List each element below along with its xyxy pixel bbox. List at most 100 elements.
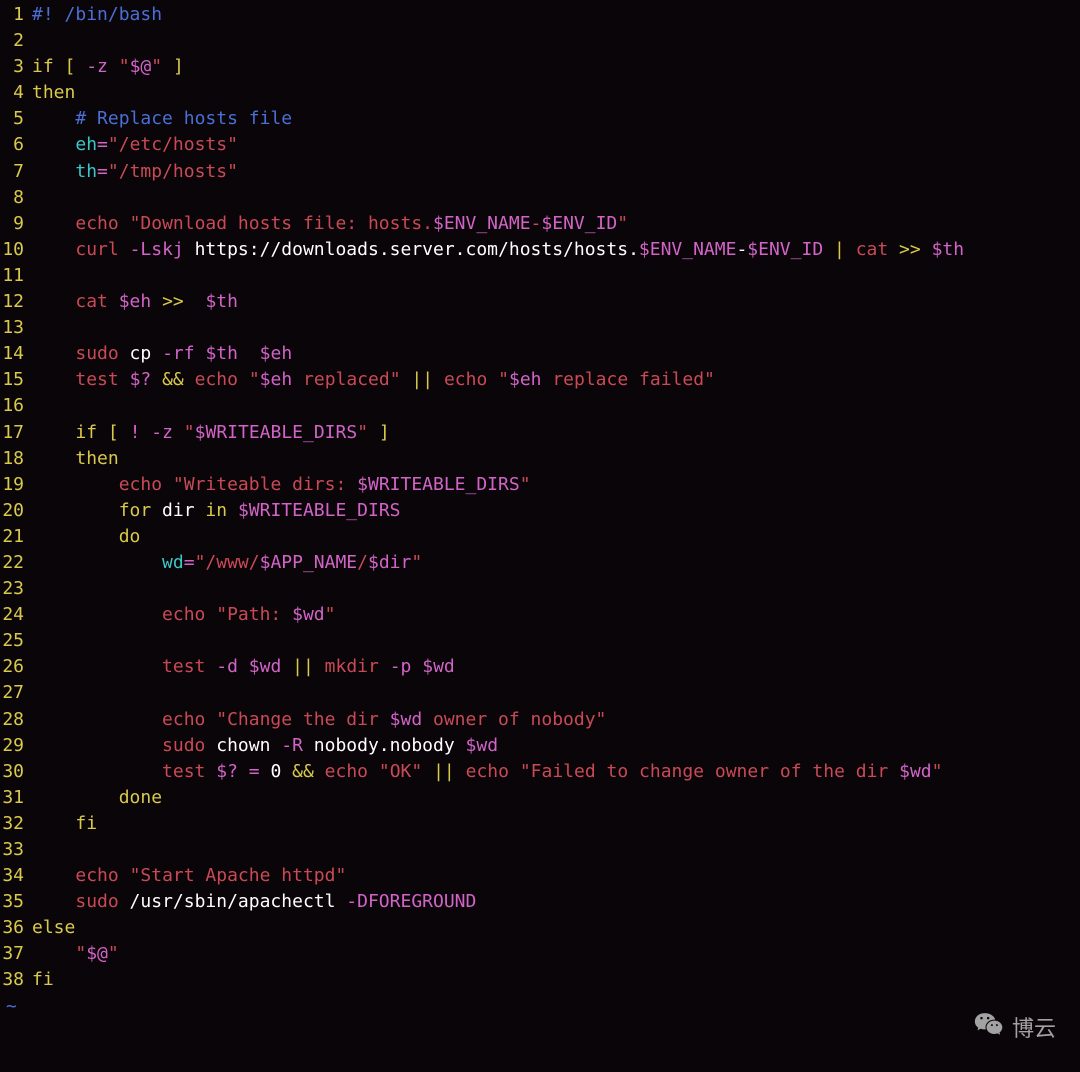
code-content[interactable]: echo "Writeable dirs: $WRITEABLE_DIRS": [32, 472, 1080, 498]
code-content[interactable]: [32, 263, 1080, 289]
code-token: "Path:: [216, 604, 292, 625]
code-line[interactable]: 11: [0, 263, 1080, 289]
code-token: fi: [75, 813, 97, 834]
code-content[interactable]: [32, 185, 1080, 211]
code-content[interactable]: sudo chown -R nobody.nobody $wd: [32, 733, 1080, 759]
code-content[interactable]: echo "Start Apache httpd": [32, 863, 1080, 889]
code-line[interactable]: 23: [0, 576, 1080, 602]
code-content[interactable]: [32, 576, 1080, 602]
code-token: if: [32, 56, 54, 77]
code-token: [32, 943, 75, 964]
code-line[interactable]: 2: [0, 28, 1080, 54]
code-line[interactable]: 16: [0, 393, 1080, 419]
code-line[interactable]: 17 if [ ! -z "$WRITEABLE_DIRS" ]: [0, 420, 1080, 446]
code-editor[interactable]: 1#! /bin/bash23if [ -z "$@" ]4then5 # Re…: [0, 2, 1080, 994]
code-line[interactable]: 14 sudo cp -rf $th $eh: [0, 341, 1080, 367]
code-content[interactable]: test -d $wd || mkdir -p $wd: [32, 654, 1080, 680]
code-content[interactable]: [32, 628, 1080, 654]
code-content[interactable]: wd="/www/$APP_NAME/$dir": [32, 550, 1080, 576]
code-line[interactable]: 4then: [0, 80, 1080, 106]
code-line[interactable]: 9 echo "Download hosts file: hosts.$ENV_…: [0, 211, 1080, 237]
code-line[interactable]: 20 for dir in $WRITEABLE_DIRS: [0, 498, 1080, 524]
code-token: [509, 761, 520, 782]
code-content[interactable]: curl -Lskj https://downloads.server.com/…: [32, 237, 1080, 263]
code-line[interactable]: 27: [0, 680, 1080, 706]
code-line[interactable]: 3if [ -z "$@" ]: [0, 54, 1080, 80]
code-content[interactable]: fi: [32, 811, 1080, 837]
code-content[interactable]: eh="/etc/hosts": [32, 132, 1080, 158]
code-token: [314, 761, 325, 782]
code-token: [921, 239, 932, 260]
code-line[interactable]: 18 then: [0, 446, 1080, 472]
code-content[interactable]: "$@": [32, 941, 1080, 967]
code-content[interactable]: cat $eh >> $th: [32, 289, 1080, 315]
code-line[interactable]: 24 echo "Path: $wd": [0, 602, 1080, 628]
code-content[interactable]: if [ ! -z "$WRITEABLE_DIRS" ]: [32, 420, 1080, 446]
code-content[interactable]: [32, 315, 1080, 341]
code-line[interactable]: 33: [0, 837, 1080, 863]
code-token: ": [108, 943, 119, 964]
code-line[interactable]: 7 th="/tmp/hosts": [0, 159, 1080, 185]
code-token: [32, 448, 75, 469]
code-line[interactable]: 19 echo "Writeable dirs: $WRITEABLE_DIRS…: [0, 472, 1080, 498]
code-token: [205, 709, 216, 730]
code-content[interactable]: th="/tmp/hosts": [32, 159, 1080, 185]
code-content[interactable]: [32, 28, 1080, 54]
code-token: [184, 369, 195, 390]
code-content[interactable]: done: [32, 785, 1080, 811]
code-content[interactable]: [32, 837, 1080, 863]
code-content[interactable]: if [ -z "$@" ]: [32, 54, 1080, 80]
code-content[interactable]: sudo /usr/sbin/apachectl -DFOREGROUND: [32, 889, 1080, 915]
code-token: /: [357, 552, 368, 573]
code-line[interactable]: 1#! /bin/bash: [0, 2, 1080, 28]
code-line[interactable]: 10 curl -Lskj https://downloads.server.c…: [0, 237, 1080, 263]
code-token: ": [617, 213, 628, 234]
code-line[interactable]: 15 test $? && echo "$eh replaced" || ech…: [0, 367, 1080, 393]
code-content[interactable]: echo "Download hosts file: hosts.$ENV_NA…: [32, 211, 1080, 237]
code-line[interactable]: 30 test $? = 0 && echo "OK" || echo "Fai…: [0, 759, 1080, 785]
code-line[interactable]: 36else: [0, 915, 1080, 941]
code-content[interactable]: fi: [32, 967, 1080, 993]
code-content[interactable]: # Replace hosts file: [32, 106, 1080, 132]
code-line[interactable]: 13: [0, 315, 1080, 341]
code-line[interactable]: 26 test -d $wd || mkdir -p $wd: [0, 654, 1080, 680]
code-line[interactable]: 6 eh="/etc/hosts": [0, 132, 1080, 158]
code-content[interactable]: for dir in $WRITEABLE_DIRS: [32, 498, 1080, 524]
code-line[interactable]: 8: [0, 185, 1080, 211]
code-line[interactable]: 29 sudo chown -R nobody.nobody $wd: [0, 733, 1080, 759]
code-content[interactable]: then: [32, 80, 1080, 106]
code-line[interactable]: 37 "$@": [0, 941, 1080, 967]
code-content[interactable]: then: [32, 446, 1080, 472]
code-line[interactable]: 31 done: [0, 785, 1080, 811]
code-content[interactable]: do: [32, 524, 1080, 550]
code-line[interactable]: 12 cat $eh >> $th: [0, 289, 1080, 315]
code-token: th: [75, 161, 97, 182]
code-content[interactable]: [32, 680, 1080, 706]
code-line[interactable]: 34 echo "Start Apache httpd": [0, 863, 1080, 889]
code-line[interactable]: 35 sudo /usr/sbin/apachectl -DFOREGROUND: [0, 889, 1080, 915]
code-content[interactable]: test $? && echo "$eh replaced" || echo "…: [32, 367, 1080, 393]
code-token: [32, 813, 75, 834]
code-token: [32, 108, 75, 129]
code-token: =: [97, 161, 108, 182]
code-token: curl: [75, 239, 118, 260]
code-line[interactable]: 32 fi: [0, 811, 1080, 837]
code-token: fi: [32, 969, 54, 990]
code-token: [54, 56, 65, 77]
code-content[interactable]: #! /bin/bash: [32, 2, 1080, 28]
code-content[interactable]: [32, 393, 1080, 419]
code-content[interactable]: echo "Path: $wd": [32, 602, 1080, 628]
line-number: 7: [0, 159, 32, 185]
code-line[interactable]: 28 echo "Change the dir $wd owner of nob…: [0, 707, 1080, 733]
line-number: 12: [0, 289, 32, 315]
code-content[interactable]: echo "Change the dir $wd owner of nobody…: [32, 707, 1080, 733]
code-line[interactable]: 21 do: [0, 524, 1080, 550]
code-content[interactable]: test $? = 0 && echo "OK" || echo "Failed…: [32, 759, 1080, 785]
code-line[interactable]: 22 wd="/www/$APP_NAME/$dir": [0, 550, 1080, 576]
code-line[interactable]: 25: [0, 628, 1080, 654]
code-line[interactable]: 38fi: [0, 967, 1080, 993]
code-token: "OK": [379, 761, 422, 782]
code-content[interactable]: else: [32, 915, 1080, 941]
code-line[interactable]: 5 # Replace hosts file: [0, 106, 1080, 132]
code-content[interactable]: sudo cp -rf $th $eh: [32, 341, 1080, 367]
